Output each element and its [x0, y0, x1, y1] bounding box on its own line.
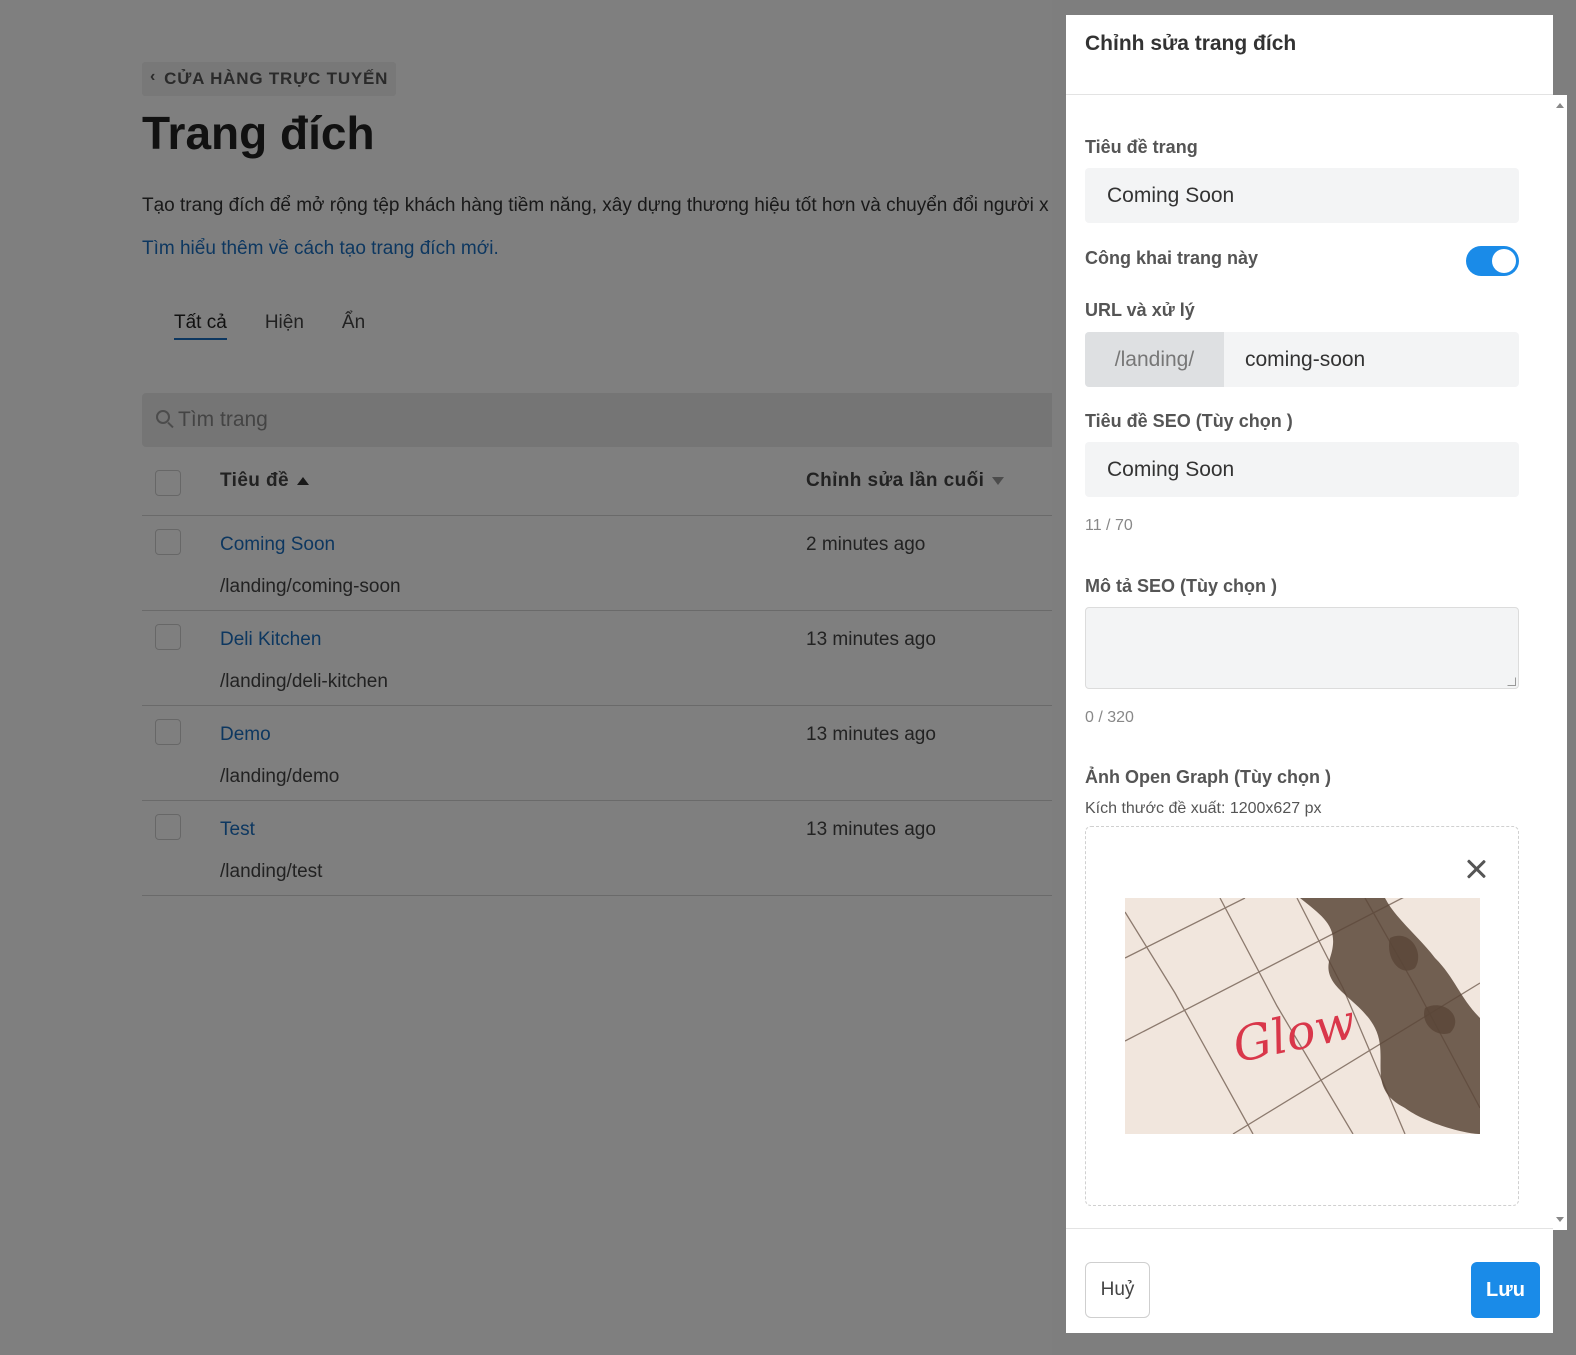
- panel-scrollbar[interactable]: [1553, 95, 1567, 1230]
- scroll-up-icon[interactable]: [1556, 103, 1564, 108]
- og-image-dropzone[interactable]: Glow: [1085, 826, 1519, 1206]
- edit-landing-page-panel: Chỉnh sửa trang đích Tiêu đề trang Comin…: [1066, 15, 1553, 1333]
- public-toggle-label: Công khai trang này: [1085, 248, 1259, 268]
- resize-handle-icon[interactable]: [1507, 677, 1516, 686]
- panel-footer: Huỷ Lưu: [1066, 1228, 1553, 1333]
- seo-description-label: Mô tả SEO (Tùy chọn ): [1085, 576, 1277, 596]
- remove-image-icon[interactable]: [1464, 857, 1488, 881]
- og-image-hint: Kích thước đề xuất: 1200x627 px: [1085, 800, 1322, 817]
- page-title-label: Tiêu đề trang: [1085, 137, 1198, 157]
- seo-description-counter: 0 / 320: [1085, 709, 1134, 726]
- og-image-label: Ảnh Open Graph (Tùy chọn ): [1085, 767, 1331, 787]
- seo-description-textarea[interactable]: [1085, 607, 1519, 689]
- url-prefix: /landing/: [1085, 332, 1224, 387]
- toggle-knob: [1492, 249, 1516, 273]
- public-toggle[interactable]: [1466, 246, 1519, 276]
- seo-title-counter: 11 / 70: [1085, 517, 1133, 534]
- seo-title-label: Tiêu đề SEO (Tùy chọn ): [1085, 411, 1293, 431]
- url-handle-input[interactable]: coming-soon: [1224, 332, 1365, 387]
- save-button[interactable]: Lưu: [1471, 1262, 1540, 1318]
- cancel-button[interactable]: Huỷ: [1085, 1262, 1150, 1318]
- panel-header: Chỉnh sửa trang đích: [1066, 15, 1553, 95]
- page-title-input[interactable]: Coming Soon: [1085, 168, 1519, 223]
- og-image-preview: Glow: [1125, 898, 1480, 1134]
- panel-title: Chỉnh sửa trang đích: [1085, 32, 1297, 55]
- scroll-down-icon[interactable]: [1556, 1217, 1564, 1222]
- seo-title-input[interactable]: Coming Soon: [1085, 442, 1519, 497]
- url-label: URL và xử lý: [1085, 300, 1195, 320]
- url-field: /landing/ coming-soon: [1085, 332, 1519, 387]
